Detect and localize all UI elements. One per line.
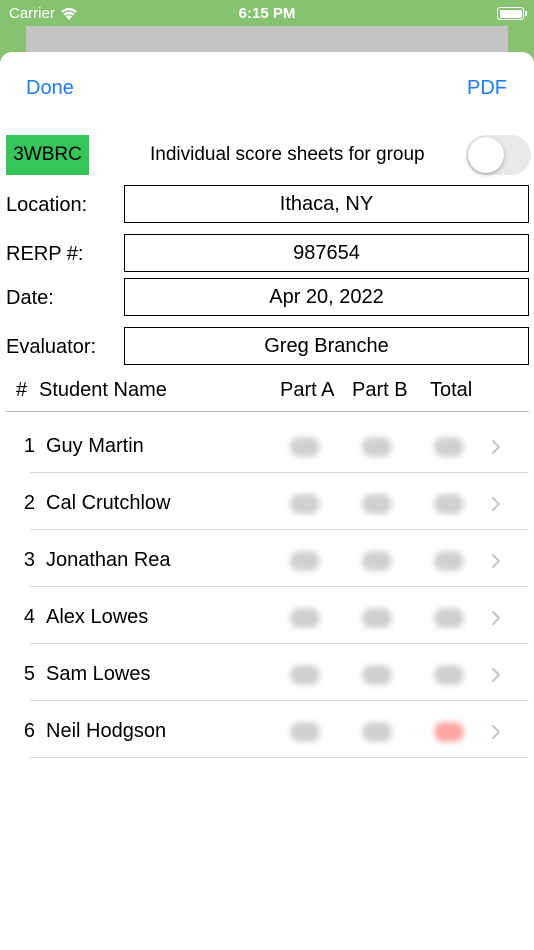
part-b-score-redacted [362, 494, 392, 514]
part-b-score-redacted [362, 722, 392, 742]
total-score-redacted [434, 665, 464, 685]
student-name: Neil Hodgson [46, 720, 167, 742]
part-a-score-redacted [290, 665, 320, 685]
rerp-field[interactable]: 987654 [124, 234, 529, 272]
chevron-right-icon [492, 440, 500, 454]
toggle-knob [468, 137, 504, 173]
part-a-score-redacted [290, 551, 320, 571]
individual-sheets-label: Individual score sheets for group [150, 144, 425, 165]
evaluator-label: Evaluator: [6, 336, 97, 358]
part-b-score-redacted [362, 551, 392, 571]
part-b-score-redacted [362, 665, 392, 685]
student-name: Guy Martin [46, 435, 144, 457]
column-header-name: Student Name [39, 379, 167, 401]
chevron-right-icon [492, 554, 500, 568]
done-button[interactable]: Done [26, 77, 74, 100]
student-row[interactable]: 6 Neil Hodgson [0, 701, 534, 758]
chevron-right-icon [492, 497, 500, 511]
group-code-badge: 3WBRC [6, 135, 89, 175]
status-time: 6:15 PM [238, 5, 296, 22]
row-number: 4 [23, 606, 35, 628]
location-label: Location: [6, 194, 88, 216]
chevron-right-icon [492, 668, 500, 682]
location-field[interactable]: Ithaca, NY [124, 185, 529, 223]
column-header-part-b: Part B [352, 379, 408, 401]
column-header-total: Total [430, 379, 473, 401]
part-a-score-redacted [290, 437, 320, 457]
status-bar: Carrier 6:15 PM [0, 0, 534, 28]
pdf-button[interactable]: PDF [467, 77, 507, 100]
student-name: Alex Lowes [46, 606, 149, 628]
row-number: 6 [23, 720, 35, 742]
column-header-part-a: Part A [280, 379, 335, 401]
total-score-redacted [434, 494, 464, 514]
rerp-label: RERP #: [6, 243, 84, 265]
battery-icon [497, 7, 527, 20]
student-name: Cal Crutchlow [46, 492, 171, 514]
total-score-redacted [434, 437, 464, 457]
part-b-score-redacted [362, 608, 392, 628]
column-header-num: # [16, 379, 28, 401]
student-name: Sam Lowes [46, 663, 151, 685]
part-a-score-redacted [290, 722, 320, 742]
row-number: 3 [23, 549, 35, 571]
student-row[interactable]: 2 Cal Crutchlow [0, 473, 534, 530]
part-a-score-redacted [290, 494, 320, 514]
total-score-redacted [434, 608, 464, 628]
row-number: 5 [23, 663, 35, 685]
row-number: 2 [23, 492, 35, 514]
student-row[interactable]: 3 Jonathan Rea [0, 530, 534, 587]
student-row[interactable]: 1 Guy Martin [0, 416, 534, 473]
total-score-redacted [434, 551, 464, 571]
total-score-redacted [434, 722, 464, 742]
date-field[interactable]: Apr 20, 2022 [124, 278, 529, 316]
date-label: Date: [6, 287, 54, 309]
row-divider [30, 757, 529, 758]
student-row[interactable]: 4 Alex Lowes [0, 587, 534, 644]
individual-sheets-toggle[interactable] [466, 135, 531, 175]
student-name: Jonathan Rea [46, 549, 171, 571]
chevron-right-icon [492, 611, 500, 625]
student-row[interactable]: 5 Sam Lowes [0, 644, 534, 701]
evaluator-field[interactable]: Greg Branche [124, 327, 529, 365]
part-a-score-redacted [290, 608, 320, 628]
row-number: 1 [23, 435, 35, 457]
header-divider [6, 411, 529, 412]
part-b-score-redacted [362, 437, 392, 457]
chevron-right-icon [492, 725, 500, 739]
